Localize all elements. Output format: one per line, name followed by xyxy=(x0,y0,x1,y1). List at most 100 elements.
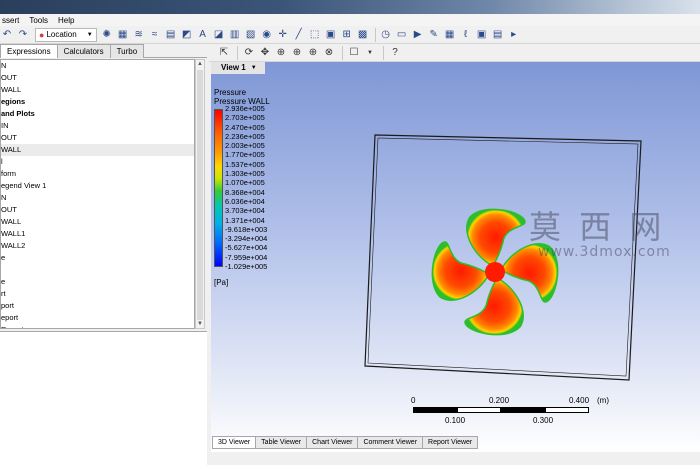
tree-item[interactable]: egions xyxy=(1,96,194,108)
watermark-url: www.3dmox.com xyxy=(538,244,671,260)
display-icon[interactable]: ▭ xyxy=(395,28,409,42)
isosurface-icon[interactable]: ◩ xyxy=(180,28,194,42)
clock-icon[interactable]: ◷ xyxy=(379,28,393,42)
tree-item[interactable]: N xyxy=(1,192,194,204)
undo-icon[interactable]: ↶ xyxy=(0,28,14,42)
zoom-box-icon[interactable]: ⊕ xyxy=(290,46,304,60)
tree-item[interactable]: and Plots xyxy=(1,108,194,120)
tree-item[interactable]: port xyxy=(1,300,194,312)
tab-comment-viewer[interactable]: Comment Viewer xyxy=(357,436,424,449)
tree-item[interactable]: OUT xyxy=(1,204,194,216)
comment-icon[interactable]: ▣ xyxy=(324,28,338,42)
tree-item[interactable]: rt xyxy=(1,288,194,300)
animation-icon[interactable]: ▶ xyxy=(411,28,425,42)
tree-item[interactable]: WALL xyxy=(1,84,194,96)
fit-view-icon[interactable]: ⊗ xyxy=(322,46,336,60)
particle-track-icon[interactable]: ≈ xyxy=(148,28,162,42)
menu-insert[interactable]: ssert xyxy=(2,16,19,25)
scale-segment xyxy=(501,407,545,413)
zoom-icon[interactable]: ⊕ xyxy=(274,46,288,60)
fan-hub xyxy=(485,262,505,282)
tree-item[interactable]: e xyxy=(1,276,194,288)
select-icon[interactable]: ⇱ xyxy=(217,46,231,60)
tab-table-viewer[interactable]: Table Viewer xyxy=(255,436,308,449)
location-dropdown[interactable]: ● Location ▼ xyxy=(35,27,97,42)
viewer-tabs: 3D Viewer Table Viewer Chart Viewer Comm… xyxy=(212,436,479,449)
tree-item[interactable]: egend View 1 xyxy=(1,180,194,192)
legend-icon[interactable]: ▥ xyxy=(228,28,242,42)
tree-item[interactable]: N xyxy=(1,60,194,72)
tree-item[interactable]: WALL1 xyxy=(1,228,194,240)
tree-item[interactable]: WALL xyxy=(1,216,194,228)
table-icon[interactable]: ⊞ xyxy=(340,28,354,42)
viewer-toolbar: ⇱ ⟳ ✥ ⊕ ⊕ ⊕ ⊗ ☐ ▼ ? xyxy=(209,44,700,62)
tree-item[interactable]: OUT xyxy=(1,132,194,144)
instance-transform-icon[interactable]: ▧ xyxy=(244,28,258,42)
scale-label-0200: 0.200 xyxy=(489,396,510,405)
scale-label-0400: 0.400 xyxy=(569,396,590,405)
tab-expressions[interactable]: Expressions xyxy=(0,44,58,58)
tree-item[interactable]: Report xyxy=(1,324,194,328)
contour-icon[interactable]: ▦ xyxy=(116,28,130,42)
tree-item[interactable]: WALL xyxy=(1,144,194,156)
line-icon[interactable]: ╱ xyxy=(292,28,306,42)
mesh-icon[interactable]: ▩ xyxy=(356,28,370,42)
console-icon[interactable]: ▸ xyxy=(507,28,521,42)
redo-icon[interactable]: ↷ xyxy=(16,28,30,42)
coordinate-frame-icon[interactable]: ✛ xyxy=(276,28,290,42)
viewer-toolbar-separator xyxy=(342,45,343,60)
left-panel: Expressions Calculators Turbo N OUT WALL eg… xyxy=(0,44,207,465)
tab-turbo[interactable]: Turbo xyxy=(109,44,145,58)
left-panel-tabs: Expressions Calculators Turbo xyxy=(0,44,207,58)
tab-chart-viewer[interactable]: Chart Viewer xyxy=(306,436,359,449)
scale-label-0: 0 xyxy=(411,396,416,405)
menu-tools[interactable]: Tools xyxy=(29,16,48,25)
tab-3d-viewer[interactable]: 3D Viewer xyxy=(212,436,257,449)
clip-plane-icon[interactable]: ◪ xyxy=(212,28,226,42)
tree-item[interactable]: WALL2 xyxy=(1,240,194,252)
tree-item[interactable]: form xyxy=(1,168,194,180)
title-strip xyxy=(0,0,700,14)
tree-item[interactable] xyxy=(1,264,194,276)
viewer-toolbar-separator xyxy=(383,45,384,60)
location-pin-icon: ● xyxy=(39,29,45,40)
menu-help[interactable]: Help xyxy=(58,16,74,25)
tree-item[interactable]: OUT xyxy=(1,72,194,84)
scale-segment xyxy=(545,407,589,413)
probe-icon[interactable]: ✎ xyxy=(427,28,441,42)
tree-item[interactable]: eport xyxy=(1,312,194,324)
outline-tree: N OUT WALL egions and Plots IN OUT WALL l form ege… xyxy=(0,59,195,329)
vector-icon[interactable]: ✺ xyxy=(100,28,114,42)
scroll-thumb[interactable] xyxy=(197,70,203,320)
tree-scrollbar[interactable]: ▲ ▼ xyxy=(195,59,205,329)
tree-item[interactable]: e xyxy=(1,252,194,264)
help-icon[interactable]: ? xyxy=(388,46,402,60)
scroll-up-icon[interactable]: ▲ xyxy=(196,60,204,68)
viewport-layout-icon[interactable]: ☐ xyxy=(347,46,361,60)
main-toolbar: ↶ ↷ ● Location ▼ ✺ ▦ ≋ ≈ ▤ ◩ A ◪ ▥ ▧ ◉ ✛… xyxy=(0,26,700,44)
chart-icon[interactable]: ⬚ xyxy=(308,28,322,42)
expression-icon[interactable]: ℓ xyxy=(459,28,473,42)
calculator-icon[interactable]: ▦ xyxy=(443,28,457,42)
tab-calculators[interactable]: Calculators xyxy=(56,44,111,58)
toolbar-separator xyxy=(374,27,376,42)
volume-render-icon[interactable]: ▤ xyxy=(164,28,178,42)
color-map-icon[interactable]: ◉ xyxy=(260,28,274,42)
rotate-icon[interactable]: ⟳ xyxy=(242,46,256,60)
pan-icon[interactable]: ✥ xyxy=(258,46,272,60)
scale-label-0100: 0.100 xyxy=(445,416,466,425)
zoom-in-icon[interactable]: ⊕ xyxy=(306,46,320,60)
scale-bar: 0 0.200 0.400 (m) 0.100 0.300 xyxy=(411,396,621,436)
macro-icon[interactable]: ▤ xyxy=(491,28,505,42)
tab-report-viewer[interactable]: Report Viewer xyxy=(422,436,479,449)
chevron-down-icon[interactable]: ▼ xyxy=(363,46,377,60)
variable-icon[interactable]: ▣ xyxy=(475,28,489,42)
text-icon[interactable]: A xyxy=(196,28,210,42)
tree-item[interactable]: l xyxy=(1,156,194,168)
3d-canvas[interactable]: View 1 ▼ Pressure Pressure WALL 2.936e+0… xyxy=(211,62,700,452)
location-label: Location xyxy=(46,30,77,39)
streamline-icon[interactable]: ≋ xyxy=(132,28,146,42)
scroll-down-icon[interactable]: ▼ xyxy=(196,320,204,328)
tree-item[interactable]: IN xyxy=(1,120,194,132)
details-panel xyxy=(0,331,207,465)
